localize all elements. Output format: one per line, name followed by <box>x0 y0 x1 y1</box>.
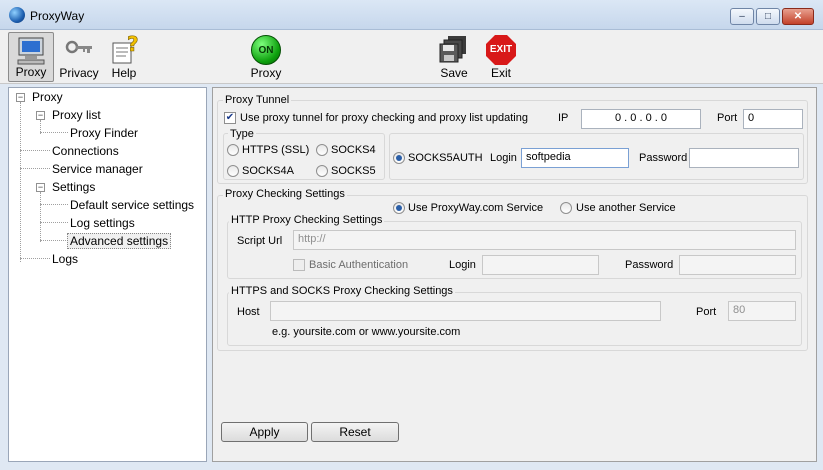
check-password-input[interactable] <box>679 255 796 275</box>
use-proxyway-label: Use ProxyWay.com Service <box>408 202 544 214</box>
tree-guide <box>20 150 50 151</box>
basic-auth-checkbox[interactable] <box>293 259 305 271</box>
host-example-hint: e.g. yoursite.com or www.yoursite.com <box>272 326 461 338</box>
tree-guide <box>40 222 68 223</box>
tree-item-proxy-finder[interactable]: Proxy Finder <box>68 126 140 140</box>
script-url-input[interactable]: http:// <box>293 230 796 250</box>
type-label: Type <box>228 128 256 140</box>
proxy-checking-label: Proxy Checking Settings <box>223 188 347 200</box>
tunnel-port-input[interactable]: 0 <box>743 109 803 129</box>
script-url-label: Script Url <box>237 235 283 247</box>
basic-auth-label: Basic Authentication <box>309 259 409 271</box>
collapse-proxy-icon[interactable]: − <box>16 93 25 102</box>
toolbar: Proxy Privacy ? Help ON Proxy Save EXIT … <box>0 30 823 84</box>
http-checking-label: HTTP Proxy Checking Settings <box>229 214 385 226</box>
use-tunnel-checkbox[interactable]: ✔ <box>224 112 236 124</box>
https-ssl-label: HTTPS (SSL) <box>242 144 310 156</box>
proxy-toggle-label: Proxy <box>250 66 282 80</box>
use-another-label: Use another Service <box>576 202 676 214</box>
socks5auth-label: SOCKS5AUTH <box>408 152 483 164</box>
collapse-proxy-list-icon[interactable]: − <box>36 111 45 120</box>
use-tunnel-label: Use proxy tunnel for proxy checking and … <box>240 112 528 124</box>
tree-item-connections[interactable]: Connections <box>50 144 121 158</box>
tree-guide <box>40 240 68 241</box>
tree-item-advanced-settings[interactable]: Advanced settings <box>67 233 172 249</box>
app-globe-icon <box>9 7 25 23</box>
ip-input[interactable]: 0 . 0 . 0 . 0 <box>581 109 701 129</box>
maximize-button[interactable]: □ <box>756 8 780 25</box>
tunnel-login-label: Login <box>490 152 517 164</box>
help-tool-button[interactable]: ? Help <box>104 32 144 82</box>
settings-panel: Proxy Tunnel ✔ Use proxy tunnel for prox… <box>212 87 817 462</box>
reset-button[interactable]: Reset <box>311 422 399 442</box>
tree-item-log-settings[interactable]: Log settings <box>68 216 137 230</box>
exit-tool-button[interactable]: EXIT Exit <box>482 32 520 82</box>
title-bar <box>0 0 823 30</box>
keys-icon <box>65 40 92 54</box>
privacy-tool-label: Privacy <box>59 66 99 80</box>
tunnel-password-label: Password <box>639 152 688 164</box>
proxy-tool-label: Proxy <box>15 65 47 79</box>
socks5auth-radio[interactable] <box>393 152 405 164</box>
tree-guide <box>20 168 50 169</box>
tree-item-default-service-settings[interactable]: Default service settings <box>68 198 196 212</box>
tree-guide <box>20 258 50 259</box>
ip-label: IP <box>558 112 569 124</box>
help-icon: ? <box>112 35 139 64</box>
socks5-radio[interactable] <box>316 165 328 177</box>
use-another-radio[interactable] <box>560 202 572 214</box>
tree-guide <box>40 204 68 205</box>
window-title: ProxyWay <box>30 9 85 23</box>
tree-item-settings[interactable]: Settings <box>50 180 97 194</box>
svg-text:?: ? <box>127 35 139 56</box>
socks4a-label: SOCKS4A <box>242 165 294 177</box>
save-tool-label: Save <box>440 66 468 80</box>
host-input[interactable] <box>270 301 661 321</box>
apply-button[interactable]: Apply <box>221 422 308 442</box>
tunnel-login-input[interactable]: softpedia <box>521 148 629 168</box>
tunnel-port-label: Port <box>717 112 738 124</box>
tree-item-proxy-list[interactable]: Proxy list <box>50 108 103 122</box>
check-login-label: Login <box>449 259 476 271</box>
privacy-tool-button[interactable]: Privacy <box>58 32 100 82</box>
proxy-tool-button[interactable]: Proxy <box>8 32 54 82</box>
proxy-toggle-button[interactable]: ON Proxy <box>244 32 288 82</box>
tunnel-password-input[interactable] <box>689 148 799 168</box>
https-socks-checking-label: HTTPS and SOCKS Proxy Checking Settings <box>229 285 455 297</box>
collapse-settings-icon[interactable]: − <box>36 183 45 192</box>
tree-item-service-manager[interactable]: Service manager <box>50 162 145 176</box>
close-button[interactable]: ✕ <box>782 8 814 25</box>
host-label: Host <box>237 306 260 318</box>
help-tool-label: Help <box>111 66 137 80</box>
proxy-tunnel-label: Proxy Tunnel <box>223 94 292 106</box>
on-icon: ON <box>251 35 281 65</box>
floppy-disks-icon <box>439 36 466 63</box>
check-login-input[interactable] <box>482 255 599 275</box>
navigation-tree: − Proxy − Proxy list Proxy Finder Connec… <box>8 87 207 462</box>
check-port-label: Port <box>696 306 717 318</box>
computer-icon <box>17 37 45 65</box>
check-port-input[interactable]: 80 <box>728 301 796 321</box>
check-password-label: Password <box>625 259 674 271</box>
socks4-label: SOCKS4 <box>331 144 376 156</box>
tree-guide <box>40 132 68 133</box>
tree-item-proxy[interactable]: Proxy <box>30 90 65 104</box>
tree-guide <box>20 102 21 262</box>
tree-item-logs[interactable]: Logs <box>50 252 80 266</box>
https-ssl-radio[interactable] <box>227 144 239 156</box>
socks4a-radio[interactable] <box>227 165 239 177</box>
socks5-label: SOCKS5 <box>331 165 376 177</box>
socks4-radio[interactable] <box>316 144 328 156</box>
tree-guide <box>40 192 41 242</box>
exit-tool-label: Exit <box>490 66 511 80</box>
save-tool-button[interactable]: Save <box>434 32 474 82</box>
minimize-button[interactable]: – <box>730 8 754 25</box>
exit-icon: EXIT <box>486 35 516 65</box>
use-proxyway-radio[interactable] <box>393 202 405 214</box>
